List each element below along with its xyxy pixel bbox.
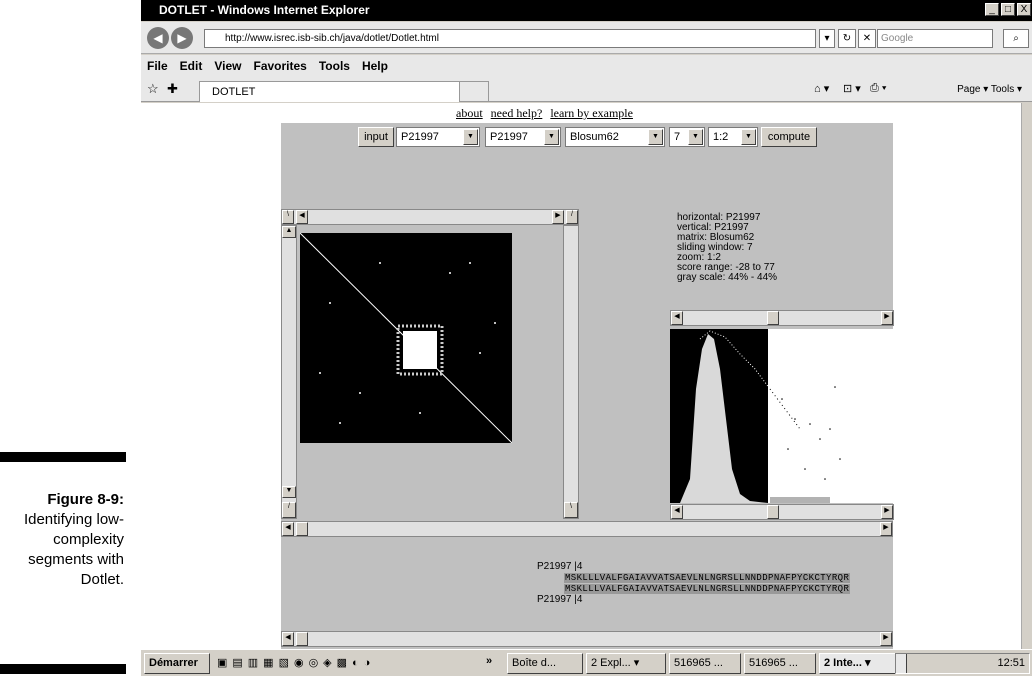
favorites-star-icon[interactable]: ☆ — [147, 81, 159, 97]
overflow-chevron-icon[interactable]: » — [486, 655, 492, 667]
dotlet-applet: input P21997 ▼ P21997 ▼ Blosum62 ▼ 7 ▼ 1:2 ▼ … — [281, 123, 894, 649]
page-tools-menu[interactable]: Page ▾ Tools ▾ — [957, 82, 1022, 98]
back-button[interactable]: ◀ — [147, 27, 169, 49]
search-icon[interactable]: ⌕ — [1003, 29, 1029, 48]
dotplot-image — [300, 233, 512, 443]
clock: 12:51 — [997, 657, 1025, 669]
dotplot-vscroll-right[interactable]: \ — [563, 225, 579, 519]
window-value: 7 — [674, 131, 681, 143]
address-bar[interactable]: http://www.isrec.isb-sib.ch/java/dotlet/… — [204, 29, 816, 48]
window-titlebar: DOTLET - Windows Internet Explorer — [141, 0, 1032, 21]
system-tray: 12:51 — [895, 653, 1030, 674]
score-histogram — [670, 329, 894, 503]
task-doc1[interactable]: 516965 ... — [669, 653, 741, 674]
close-button[interactable]: X — [1017, 3, 1031, 16]
chevron-down-icon: ▼ — [648, 129, 663, 145]
window-select[interactable]: 7 ▼ — [669, 127, 705, 147]
menu-edit[interactable]: Edit — [180, 59, 203, 73]
window-title: DOTLET - Windows Internet Explorer — [159, 3, 370, 17]
info-gray-scale: gray scale: 44% - 44% — [677, 272, 778, 283]
tab-label: DOTLET — [212, 86, 256, 98]
stop-icon[interactable]: ✕ — [858, 29, 876, 48]
menu-tools[interactable]: Tools — [319, 59, 350, 73]
menu-bar: File Edit View Favorites Tools Help — [141, 55, 1032, 77]
refresh-icon[interactable]: ↻ — [838, 29, 856, 48]
menu-favorites[interactable]: Favorites — [253, 59, 306, 73]
sequence1-value: P21997 — [401, 131, 439, 143]
taskbar: Démarrer ▣▤▥▦▧◉◎◈▩◐◑ » Boîte d... 2 Expl… — [141, 649, 1032, 676]
alignment-sequence-top: MSKLLLVALFGAIAVVATSAEVLNLNGRSLLNNDDPNAFP… — [564, 573, 851, 583]
add-favorite-icon[interactable]: ✚ — [167, 81, 178, 97]
link-need-help[interactable]: need help? — [491, 106, 543, 120]
tab-row: ☆ ✚ DOTLET ⌂ ▾ ⊡ ▾ ⎙ ▾ Page ▾ Tools ▾ — [141, 77, 1032, 102]
sequence1-select[interactable]: P21997 ▼ — [396, 127, 480, 147]
start-button[interactable]: Démarrer — [144, 653, 210, 674]
page-scrollbar[interactable] — [1021, 103, 1032, 649]
link-learn-by-example[interactable]: learn by example — [550, 106, 633, 120]
dotplot-canvas — [300, 233, 512, 443]
chevron-down-icon: ▼ — [688, 129, 703, 145]
chevron-down-icon: ▼ — [741, 129, 756, 145]
alignment-bottom-label: P21997 |4 — [537, 594, 583, 605]
matrix-select[interactable]: Blosum62 ▼ — [565, 127, 665, 147]
histogram-image — [670, 329, 841, 503]
dotplot-hscroll-top[interactable]: \ ◀ ▶ / — [281, 209, 579, 225]
caption-rule-top — [0, 452, 126, 462]
figure-number: Figure 8-9: — [47, 491, 124, 508]
caption-rule-bottom — [0, 664, 126, 674]
maximize-button[interactable]: □ — [1001, 3, 1015, 16]
start-label: Démarrer — [149, 657, 198, 669]
zoom-select[interactable]: 1:2 ▼ — [708, 127, 758, 147]
dotplot-vscroll-left[interactable]: ▲ ▼ / — [281, 225, 297, 519]
alignment-sequence-bottom: MSKLLLVALFGAIAVVATSAEVLNLNGRSLLNNDDPNAFP… — [564, 584, 851, 594]
zoom-value: 1:2 — [713, 131, 729, 143]
task-ie[interactable]: 2 Inte... ▾ — [819, 653, 907, 674]
quick-launch-icons[interactable]: ▣▤▥▦▧◉◎◈▩◐◑ — [217, 656, 375, 669]
figure-caption: Figure 8-9: Identifying low-complexity s… — [0, 490, 124, 590]
new-tab-button[interactable] — [459, 81, 489, 102]
home-icon[interactable]: ⌂ ▾ — [814, 82, 829, 95]
tab-dotlet[interactable]: DOTLET — [199, 81, 461, 102]
task-doc2[interactable]: 516965 ... — [744, 653, 816, 674]
matrix-value: Blosum62 — [570, 131, 619, 143]
grayscale-slider-top[interactable]: ◀ ▶ — [670, 310, 894, 326]
minimize-button[interactable]: _ — [985, 3, 999, 16]
print-icon[interactable]: ⎙ ▾ — [870, 82, 886, 95]
task-mail[interactable]: Boîte d... — [507, 653, 583, 674]
menu-view[interactable]: View — [214, 59, 241, 73]
menu-file[interactable]: File — [147, 59, 168, 73]
alignment-panel: P21997 |4 MSKLLLVALFGAIAVVATSAEVLNLNGRSL… — [537, 561, 851, 605]
chevron-down-icon: ▼ — [544, 129, 559, 145]
alignment-scroll-bottom[interactable]: ◀ ▶ — [281, 631, 893, 647]
sequence2-value: P21997 — [490, 131, 528, 143]
menu-help[interactable]: Help — [362, 59, 388, 73]
search-input[interactable]: Google — [877, 29, 993, 48]
task-explorer[interactable]: 2 Expl... ▾ — [586, 653, 666, 674]
address-row: ◀ ▶ http://www.isrec.isb-sib.ch/java/dot… — [141, 22, 1032, 54]
figure-text: Identifying low-complexity segments with… — [23, 511, 124, 588]
address-dropdown-icon[interactable]: ▾ — [819, 29, 835, 48]
input-button[interactable]: input — [358, 127, 394, 147]
grayscale-slider-bottom[interactable]: ◀ ▶ — [670, 504, 894, 520]
chevron-down-icon: ▼ — [463, 129, 478, 145]
alignment-scroll-top[interactable]: ◀ ▶ — [281, 521, 893, 537]
forward-button[interactable]: ▶ — [171, 27, 193, 49]
info-panel: horizontal: P21997 vertical: P21997 matr… — [677, 213, 777, 283]
page-links: about need help? learn by example — [456, 106, 641, 121]
feeds-icon[interactable]: ⊡ ▾ — [843, 82, 861, 95]
compute-button[interactable]: compute — [761, 127, 817, 147]
sequence2-select[interactable]: P21997 ▼ — [485, 127, 561, 147]
alignment-top-label: P21997 |4 — [537, 561, 583, 572]
link-about[interactable]: about — [456, 106, 483, 120]
